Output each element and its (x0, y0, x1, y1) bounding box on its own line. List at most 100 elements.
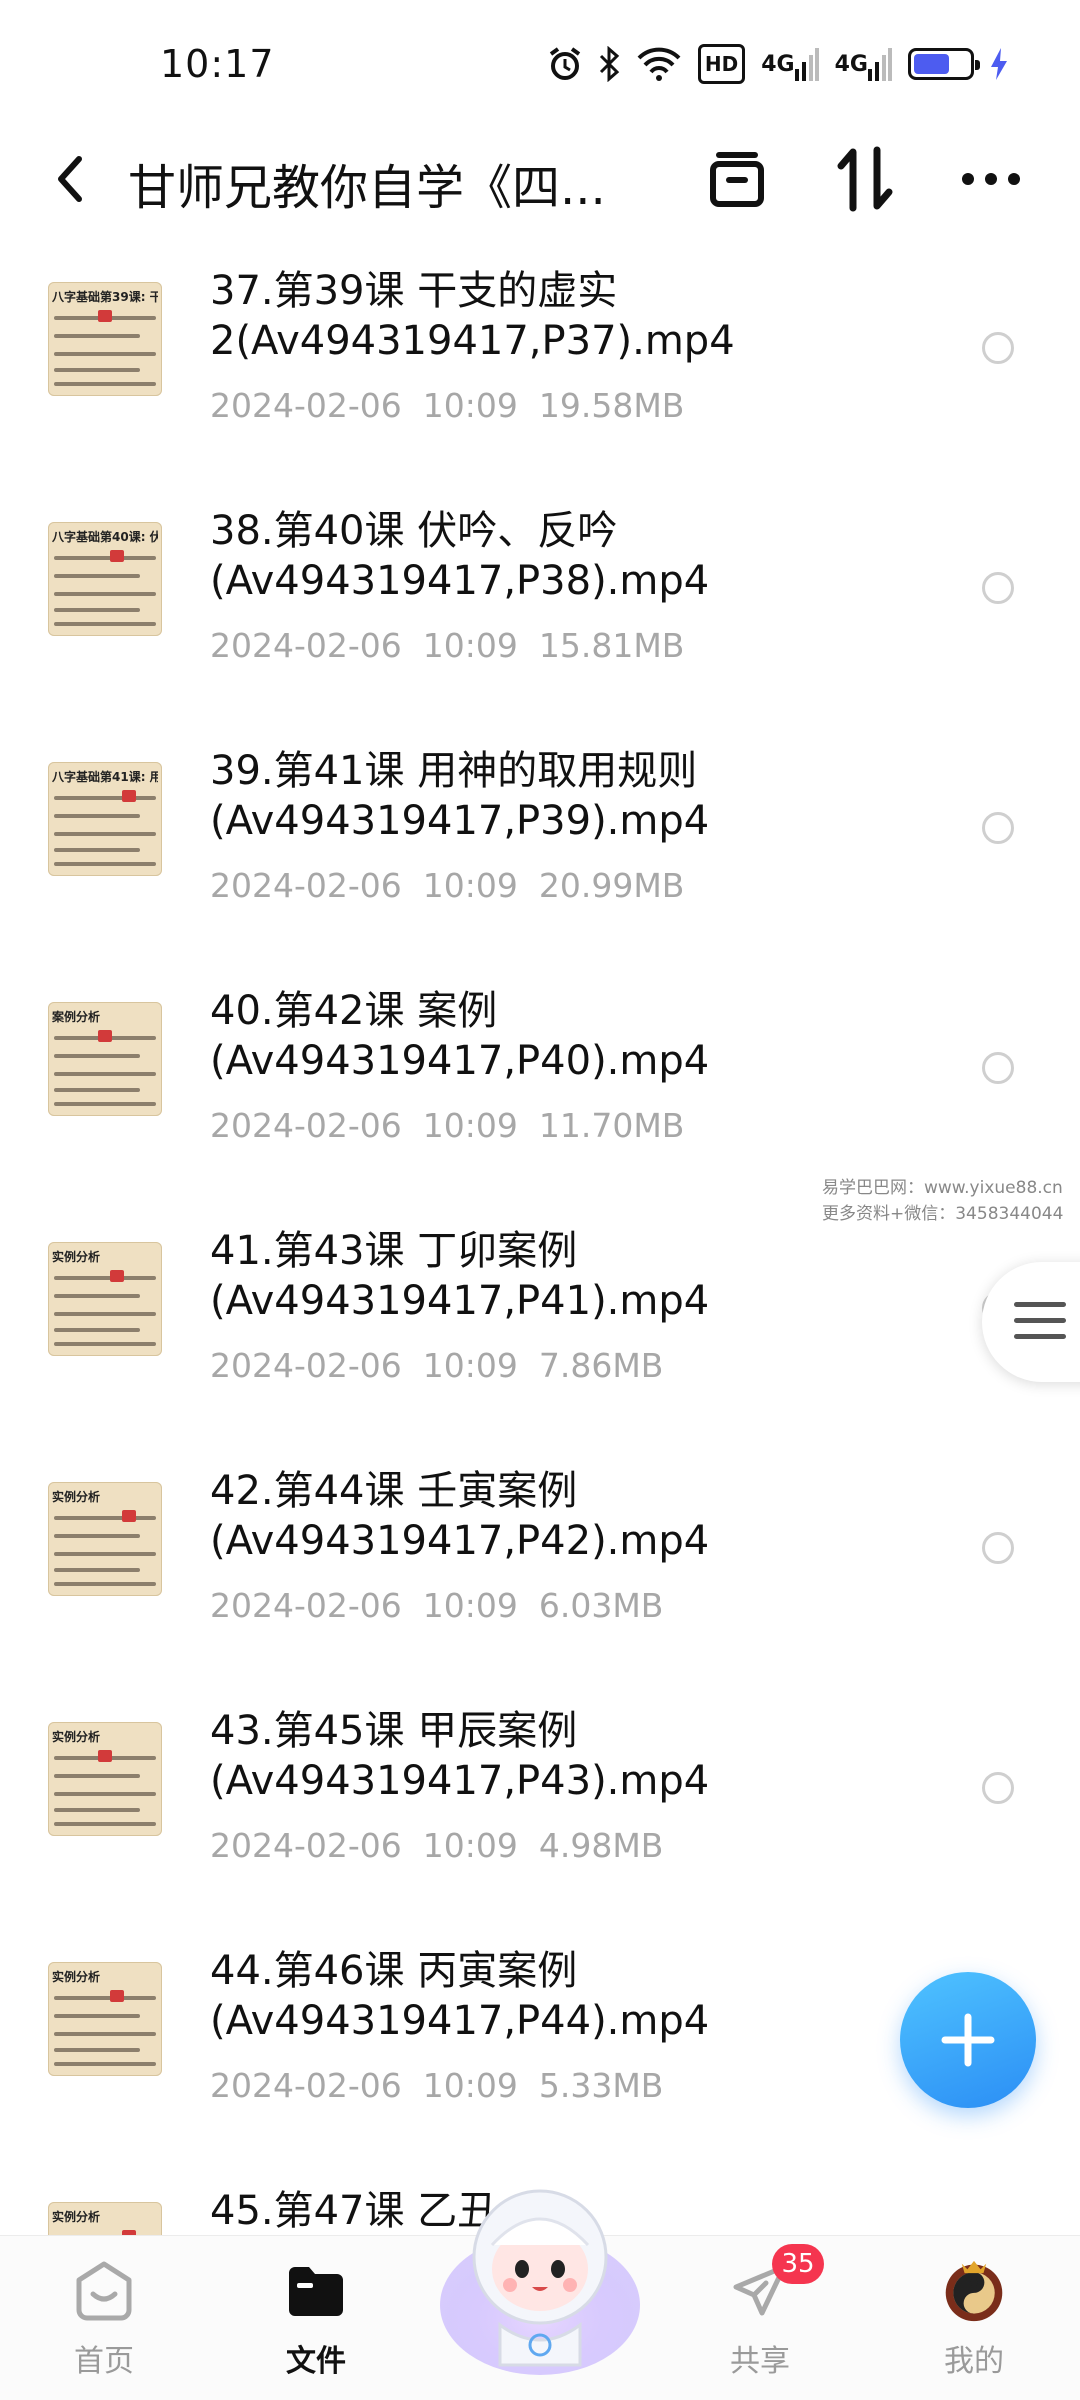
file-meta: 2024-02-06 10:09 15.81MB (210, 626, 684, 665)
thumbnail-red-mark (110, 1990, 124, 2002)
thumbnail-title: 八字基础第40课: 伏吟 (52, 530, 158, 544)
file-row[interactable]: 八字基础第40课: 伏吟 38.第40课 伏吟、反吟(Av494319417,P3… (0, 480, 1080, 720)
file-row[interactable]: 实例分析 42.第44课 壬寅案例(Av494319417,P42).mp4 202… (0, 1440, 1080, 1680)
thumbnail-text-line (54, 352, 156, 356)
watermark: 易学巴巴网：www.yixue88.cn 更多资料+微信：3458344044 (822, 1175, 1063, 1227)
thumbnail-text-line (54, 1088, 140, 1092)
watermark-line: 易学巴巴网：www.yixue88.cn (822, 1178, 1063, 1198)
video-thumbnail: 实例分析 (48, 1722, 162, 1836)
file-time: 10:09 (422, 1106, 518, 1145)
nav-share[interactable]: 35 共享 (670, 2236, 850, 2400)
file-meta: 2024-02-06 10:09 19.58MB (210, 386, 684, 425)
mascot-icon[interactable] (430, 2165, 650, 2385)
thumbnail-text-line (54, 1328, 140, 1332)
file-date: 2024-02-06 (210, 1826, 402, 1865)
select-radio[interactable] (982, 1052, 1014, 1084)
file-row[interactable]: 八字基础第41课: 用神取 39.第41课 用神的取用规则(Av494319417… (0, 720, 1080, 960)
thumbnail-title: 实例分析 (52, 1970, 101, 1984)
thumbnail-red-mark (98, 1030, 112, 1042)
thumbnail-title: 八字基础第41课: 用神取 (52, 770, 158, 784)
file-meta: 2024-02-06 10:09 5.33MB (210, 2066, 663, 2105)
battery-icon (908, 48, 980, 80)
thumbnail-red-mark (110, 1270, 124, 1282)
file-size: 11.70MB (538, 1106, 685, 1145)
thumbnail-text-line (54, 368, 140, 372)
file-time: 10:09 (422, 1346, 518, 1385)
thumbnail-red-mark (110, 550, 124, 562)
nav-profile[interactable]: 我的 (884, 2236, 1064, 2400)
battery-cap (975, 60, 980, 70)
thumbnail-title: 实例分析 (52, 1250, 101, 1264)
profile-avatar-icon (941, 2258, 1007, 2324)
status-bar: 10:17 HD 4G 4G (0, 0, 1080, 130)
nav-home[interactable]: 首页 (14, 2236, 194, 2400)
thumbnail-text-line (54, 814, 140, 818)
battery-level (914, 54, 949, 74)
select-radio[interactable] (982, 812, 1014, 844)
status-time: 10:17 (160, 42, 275, 86)
file-date: 2024-02-06 (210, 2066, 402, 2105)
menu-lines-icon (1014, 1302, 1066, 1350)
thumbnail-text-line (54, 1552, 156, 1556)
sort-button[interactable] (830, 144, 900, 214)
file-time: 10:09 (422, 1826, 518, 1865)
select-radio[interactable] (982, 1772, 1014, 1804)
alarm-icon (548, 44, 582, 84)
select-radio[interactable] (982, 332, 1014, 364)
thumbnail-title: 实例分析 (52, 1730, 101, 1744)
thumbnail-text-line (54, 592, 156, 596)
file-row[interactable]: 实例分析 43.第45课 甲辰案例(Av494319417,P43).mp4 202… (0, 1680, 1080, 1920)
thumbnail-text-line (54, 1808, 140, 1812)
thumbnail-text-line (54, 2032, 156, 2036)
file-size: 19.58MB (538, 386, 685, 425)
thumbnail-text-line (54, 1996, 156, 2000)
signal-4g-icon: 4G (835, 44, 892, 84)
file-row[interactable]: 实例分析 41.第43课 丁卯案例(Av494319417,P41).mp4 202… (0, 1200, 1080, 1440)
thumbnail-text-line (54, 1792, 156, 1796)
thumbnail-red-mark (122, 790, 136, 802)
nav-label: 共享 (730, 2344, 790, 2379)
back-button[interactable] (40, 146, 100, 212)
file-meta: 2024-02-06 10:09 20.99MB (210, 866, 684, 905)
file-meta: 2024-02-06 10:09 7.86MB (210, 1346, 663, 1385)
file-size: 15.81MB (538, 626, 685, 665)
thumbnail-text-line (54, 1276, 156, 1280)
thumbnail-text-line (54, 1102, 156, 1106)
file-size: 7.86MB (538, 1346, 664, 1385)
sort-icon (837, 146, 893, 212)
file-meta: 2024-02-06 10:09 6.03MB (210, 1586, 663, 1625)
file-row[interactable]: 八字基础第39课: 干支的 37.第39课 干支的虚实2(Av494319417,… (0, 240, 1080, 480)
add-button[interactable] (900, 1972, 1036, 2108)
more-button[interactable] (956, 144, 1026, 214)
video-thumbnail: 实例分析 (48, 1962, 162, 2076)
thumbnail-red-mark (98, 1750, 112, 1762)
file-list: 八字基础第39课: 干支的 37.第39课 干支的虚实2(Av494319417,… (0, 240, 1080, 2235)
file-name: 40.第42课 案例(Av494319417,P40).mp4 (210, 988, 710, 1084)
file-time: 10:09 (422, 386, 518, 425)
file-date: 2024-02-06 (210, 1106, 402, 1145)
select-radio[interactable] (982, 1532, 1014, 1564)
video-thumbnail: 案例分析 (48, 1002, 162, 1116)
thumbnail-text-line (54, 1312, 156, 1316)
thumbnail-text-line (54, 796, 156, 800)
thumbnail-text-line (54, 1568, 140, 1572)
nav-files[interactable]: 文件 (226, 2236, 406, 2400)
file-meta: 2024-02-06 10:09 4.98MB (210, 1826, 663, 1865)
nav-label: 文件 (286, 2344, 346, 2379)
select-radio[interactable] (982, 572, 1014, 604)
file-name: 37.第39课 干支的虚实2(Av494319417,P37).mp4 (210, 268, 735, 364)
folder-icon (283, 2258, 349, 2324)
thumbnail-text-line (54, 1072, 156, 1076)
file-name: 44.第46课 丙寅案例(Av494319417,P44).mp4 (210, 1948, 710, 2044)
thumbnail-text-line (54, 622, 156, 626)
file-date: 2024-02-06 (210, 866, 402, 905)
archive-icon (710, 152, 764, 207)
file-date: 2024-02-06 (210, 386, 402, 425)
archive-button[interactable] (702, 144, 772, 214)
thumbnail-text-line (54, 2048, 140, 2052)
file-time: 10:09 (422, 866, 518, 905)
thumbnail-text-line (54, 2062, 156, 2066)
file-date: 2024-02-06 (210, 1346, 402, 1385)
file-row[interactable]: 案例分析 40.第42课 案例(Av494319417,P40).mp4 2024-… (0, 960, 1080, 1200)
bluetooth-icon (598, 44, 620, 84)
